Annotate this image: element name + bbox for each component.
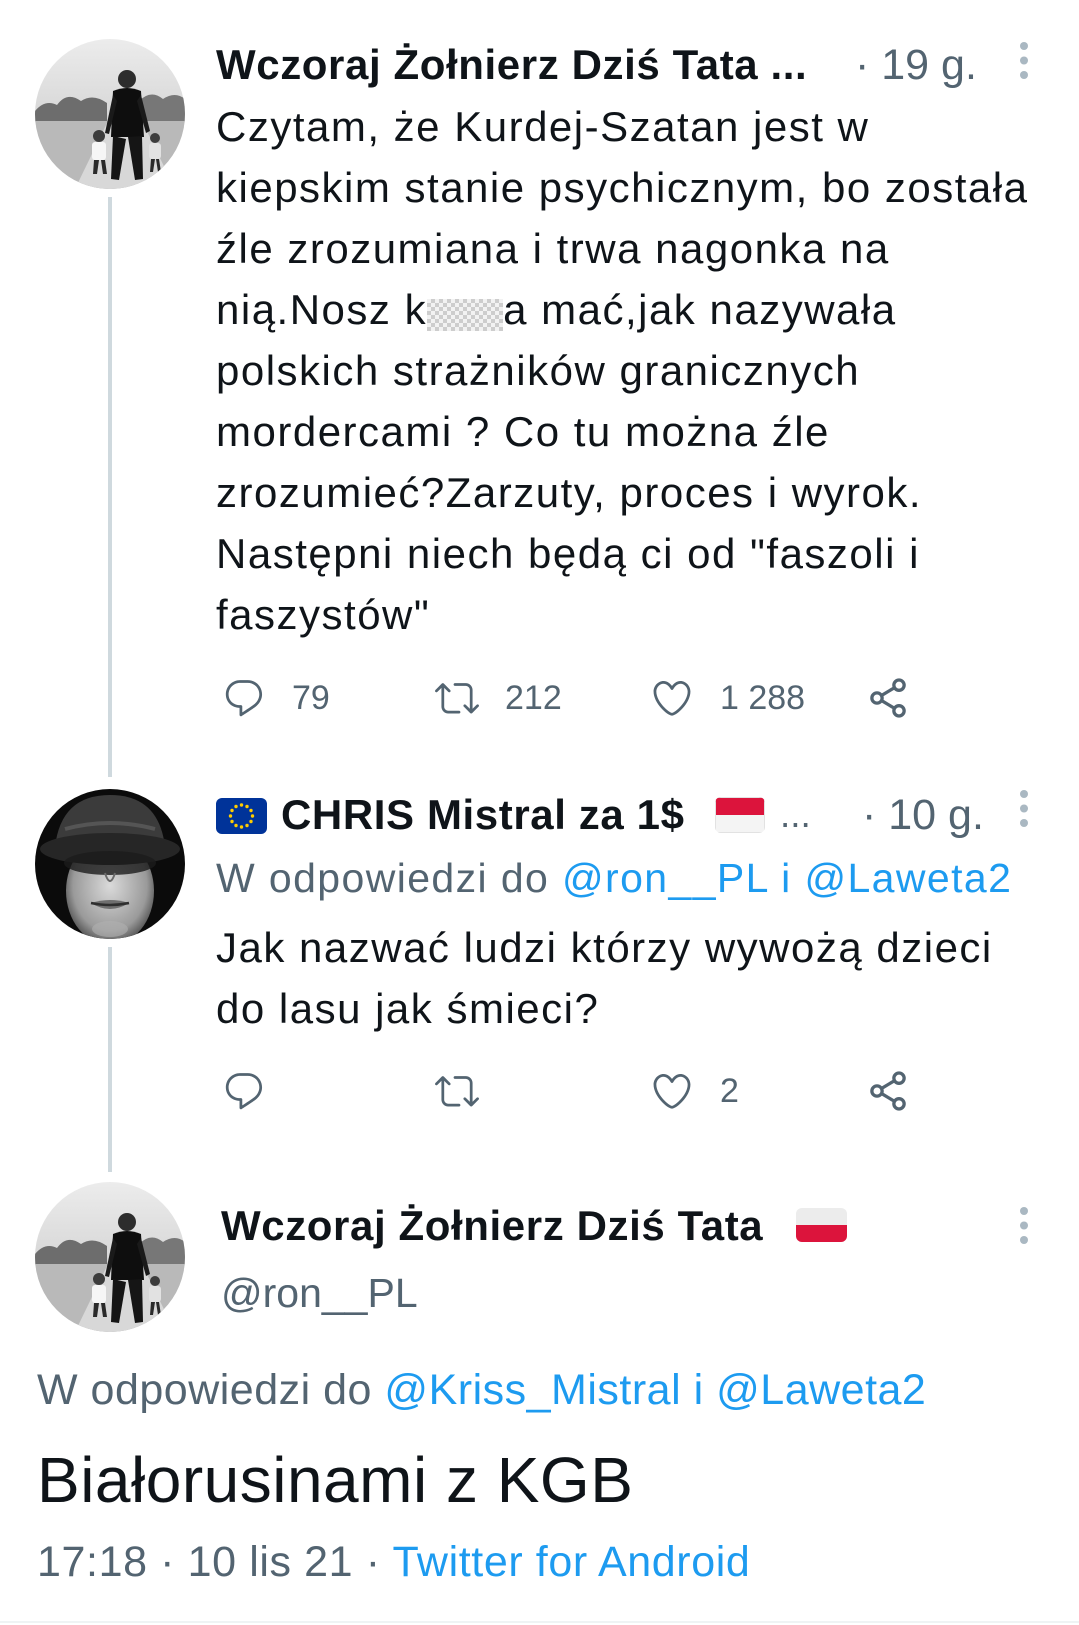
tweet-text-line: Czytam, że Kurdej-Szatan jest w xyxy=(216,103,870,150)
author-name[interactable]: CHRIS Mistral za 1$ xyxy=(281,790,685,840)
mention-link[interactable]: @Laweta2 xyxy=(716,1366,926,1414)
tweet-time[interactable]: · 10 g. xyxy=(862,790,984,840)
reply-count: 79 xyxy=(292,679,330,717)
thread-line xyxy=(108,197,112,777)
reply-context: W odpowiedzi do @ron__PL i @Laweta2 xyxy=(216,853,1012,903)
thread-line xyxy=(108,947,112,1172)
like-count: 1 288 xyxy=(720,679,806,717)
tweet-text-line: nią.Nosz k a mać,jak nazywała xyxy=(216,279,1028,340)
tweet-text-line: faszystów" xyxy=(216,591,431,638)
like-button[interactable]: 1 288 xyxy=(650,676,805,720)
author-name[interactable]: Wczoraj Żołnierz Dziś Tata xyxy=(221,1201,763,1251)
censored-text xyxy=(427,299,504,331)
tweet-time[interactable]: · 19 g. xyxy=(855,40,977,90)
retweet-icon xyxy=(435,676,479,720)
tweet-text: Białorusinami z KGB xyxy=(37,1444,634,1516)
share-icon xyxy=(866,676,910,720)
retweet-icon xyxy=(435,1069,479,1113)
avatar[interactable] xyxy=(35,39,185,189)
heart-icon xyxy=(650,1069,694,1113)
reply-context: W odpowiedzi do @Kriss_Mistral i @Laweta… xyxy=(37,1365,926,1415)
poland-flag-icon xyxy=(796,1208,847,1242)
reply-context-prefix: W odpowiedzi do xyxy=(216,855,550,901)
tweet-text-line: Następni niech będą ci od "faszoli i xyxy=(216,530,920,577)
author-handle[interactable]: @ron__PL xyxy=(221,1268,418,1318)
like-button[interactable]: 2 xyxy=(650,1069,739,1113)
retweet-button[interactable] xyxy=(435,1069,479,1113)
share-icon xyxy=(866,1069,910,1113)
reply-context-conjunction: i xyxy=(693,1366,704,1414)
avatar[interactable] xyxy=(35,1182,185,1332)
share-button[interactable] xyxy=(866,676,910,720)
heart-icon xyxy=(650,676,694,720)
share-button[interactable] xyxy=(866,1069,910,1113)
mention-link[interactable]: @ron__PL xyxy=(562,855,768,901)
tweet-timestamp-row: 17:18 · 10 lis 21 · Twitter for Android xyxy=(37,1537,750,1587)
reply-button[interactable] xyxy=(222,1069,266,1113)
more-vertical-icon[interactable] xyxy=(1012,1204,1036,1248)
tweet-text-line: do lasu jak śmieci? xyxy=(216,985,600,1032)
reply-icon xyxy=(222,676,266,720)
tweet-text-line: mordercami ? Co tu można źle xyxy=(216,408,830,455)
author-name[interactable]: Wczoraj Żołnierz Dziś Tata ... xyxy=(216,40,807,90)
tweet-source-link[interactable]: Twitter for Android xyxy=(392,1538,750,1586)
retweet-count: 212 xyxy=(505,679,562,717)
name-ellipsis: ... xyxy=(780,794,811,835)
tweet-text-line: polskich strażników granicznych xyxy=(216,347,861,394)
mention-link[interactable]: @Laweta2 xyxy=(804,855,1012,901)
more-vertical-icon[interactable] xyxy=(1012,39,1036,83)
reply-button[interactable]: 79 xyxy=(222,676,330,720)
tweet-text: Czytam, że Kurdej-Szatan jest w kiepskim… xyxy=(216,96,1028,645)
tweet-text-line: kiepskim stanie psychicznym, bo została xyxy=(216,164,1029,211)
tweet-text-line: zrozumieć?Zarzuty, proces i wyrok. xyxy=(216,469,923,516)
avatar[interactable] xyxy=(35,789,185,939)
tweet-timestamp[interactable]: 17:18 · 10 lis 21 · xyxy=(37,1538,381,1586)
tweet-text-segment: nią.Nosz k xyxy=(216,286,428,333)
divider xyxy=(0,1621,1079,1623)
like-count: 2 xyxy=(720,1072,739,1110)
tweet-text-line: źle zrozumiana i trwa nagonka na xyxy=(216,225,890,272)
tweet-text-segment: a mać,jak nazywała xyxy=(503,286,897,333)
tweet-text: Jak nazwać ludzi którzy wywożą dzieci do… xyxy=(216,917,993,1039)
more-vertical-icon[interactable] xyxy=(1012,787,1036,831)
retweet-button[interactable]: 212 xyxy=(435,676,562,720)
mention-link[interactable]: @Kriss_Mistral xyxy=(384,1366,681,1414)
reply-icon xyxy=(222,1069,266,1113)
reply-context-conjunction: i xyxy=(781,855,792,901)
eu-flag-icon xyxy=(216,798,267,834)
tweet-text-line: Jak nazwać ludzi którzy wywożą dzieci xyxy=(216,924,993,971)
red-white-flag-icon xyxy=(715,797,765,833)
reply-context-prefix: W odpowiedzi do xyxy=(37,1366,372,1414)
